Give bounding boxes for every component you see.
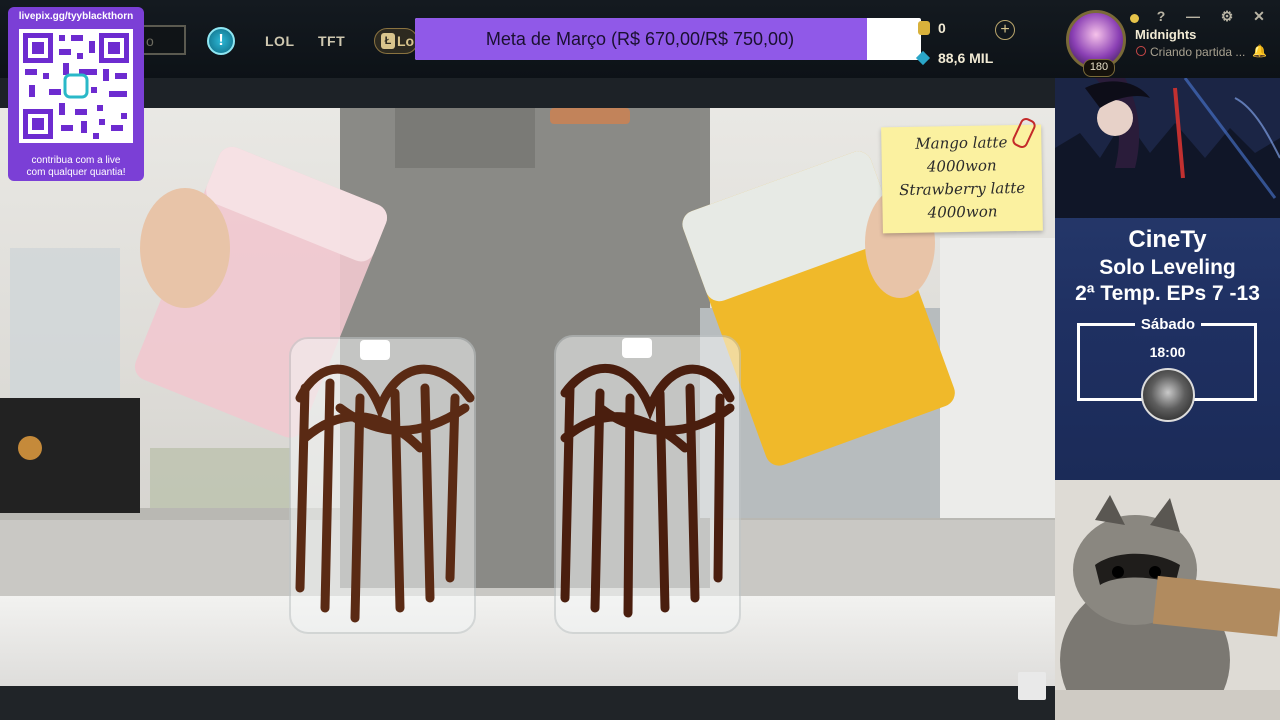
bell-icon[interactable]: 🔔 — [1252, 44, 1267, 58]
donation-goal-bar: Meta de Março (R$ 670,00/R$ 750,00) — [415, 18, 921, 60]
essence-amount: 88,6 MIL — [938, 50, 994, 66]
sticky-line-3: Strawberry latte — [899, 178, 1026, 200]
minimize-icon[interactable]: — — [1184, 7, 1202, 25]
help-icon[interactable]: ? — [1152, 7, 1170, 25]
mode-button-label: Lo — [397, 33, 415, 49]
level-badge: 180 — [1083, 59, 1115, 77]
donation-caption: contribua com a live com qualquer quanti… — [8, 155, 144, 179]
donation-qr-card: livepix.gg/tyyblackthorn contribua com a… — [8, 7, 144, 181]
search-placeholder: o — [146, 33, 154, 49]
video-bottom-bar — [0, 686, 1055, 720]
sub-strip — [0, 78, 1055, 108]
rp-coin-icon — [918, 21, 930, 35]
profile-status: Criando partida ... — [1136, 45, 1245, 59]
sticky-line-2: 4000won — [926, 156, 997, 176]
schedule-time: 18:00 — [1149, 344, 1186, 360]
search-input[interactable]: o — [140, 25, 186, 55]
avatar[interactable]: 180 — [1066, 10, 1126, 77]
webcam-feed — [1055, 480, 1280, 720]
raccoon-illustration — [1055, 480, 1280, 720]
panel-episodes: 2ª Temp. EPs 7 -13 — [1075, 282, 1260, 305]
video-watermark-logo — [1018, 672, 1046, 700]
mode-button[interactable]: Ł Lo — [374, 28, 418, 54]
panel-show-name: Solo Leveling — [1099, 256, 1236, 279]
info-icon[interactable]: ! — [207, 27, 235, 55]
status-dot-icon — [1130, 14, 1139, 23]
host-avatar — [1141, 368, 1195, 422]
settings-gear-icon[interactable]: ⚙ — [1218, 7, 1236, 25]
sticky-line-4: 4000won — [927, 202, 998, 222]
donation-caption-line-1: contribua com a live — [31, 155, 121, 166]
schedule-day: Sábado — [1135, 314, 1201, 336]
username: Midnights — [1135, 27, 1197, 42]
donation-caption-line-2: com qualquer quantia! — [26, 167, 126, 178]
profile-status-label: Criando partida ... — [1150, 45, 1246, 59]
goal-text: Meta de Março (R$ 670,00/R$ 750,00) — [485, 29, 795, 49]
panel-title: CineTy — [1128, 226, 1207, 253]
nav-lol[interactable]: LOL — [265, 33, 295, 49]
add-currency-button[interactable]: + — [995, 20, 1015, 40]
close-icon[interactable]: ✕ — [1250, 7, 1268, 25]
essence-balance[interactable]: 88,6 MIL — [915, 50, 994, 66]
rp-balance[interactable]: 0 — [918, 20, 946, 36]
mode-icon: Ł — [381, 33, 395, 49]
schedule-panel: CineTy Solo Leveling 2ª Temp. EPs 7 -13 … — [1055, 78, 1280, 480]
status-ring-icon — [1136, 46, 1146, 56]
essence-gem-icon — [915, 50, 931, 66]
rp-amount: 0 — [938, 20, 946, 36]
qr-code-icon — [19, 29, 133, 143]
nav-tft[interactable]: TFT — [318, 33, 345, 49]
donation-url: livepix.gg/tyyblackthorn — [18, 11, 134, 22]
anime-banner-illustration — [1055, 78, 1280, 218]
